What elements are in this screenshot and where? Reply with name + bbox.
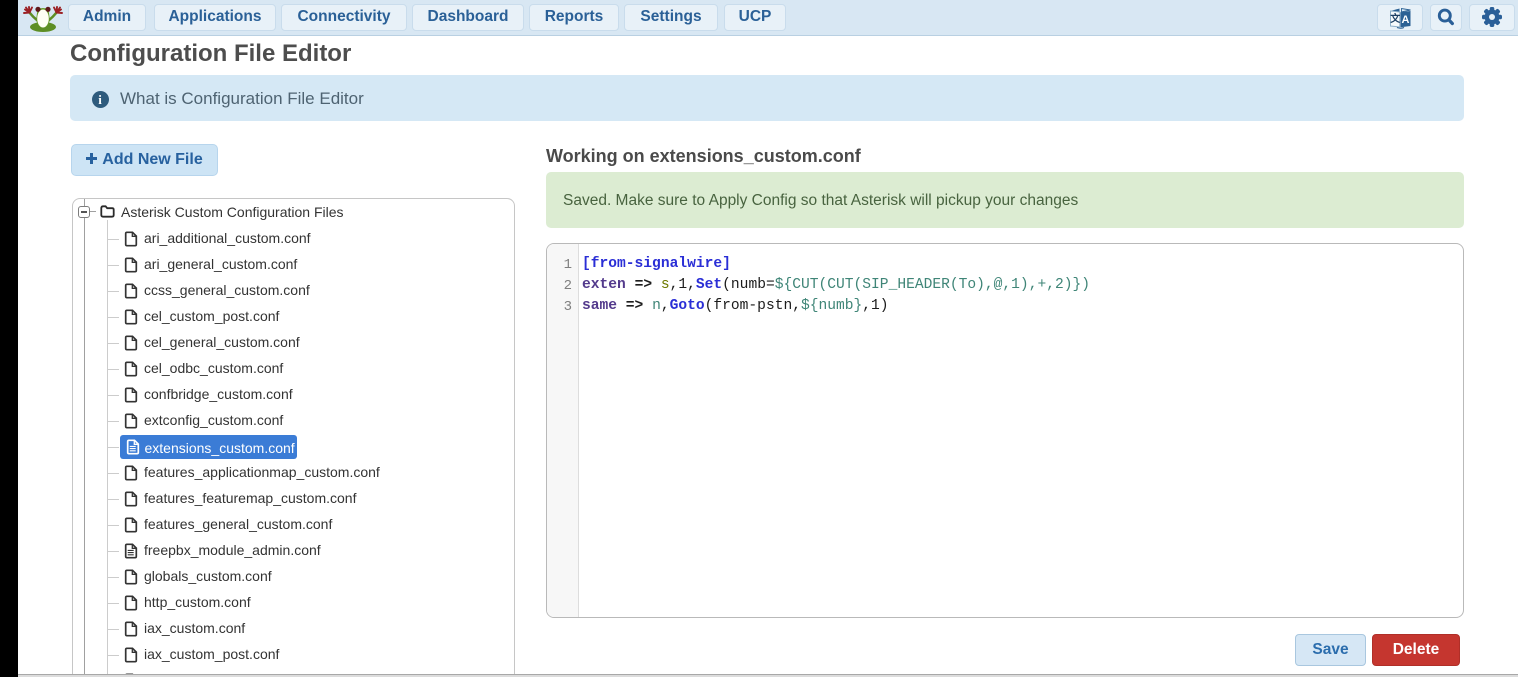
svg-text:A: A	[1401, 14, 1409, 26]
svg-text:文: 文	[1390, 12, 1401, 25]
